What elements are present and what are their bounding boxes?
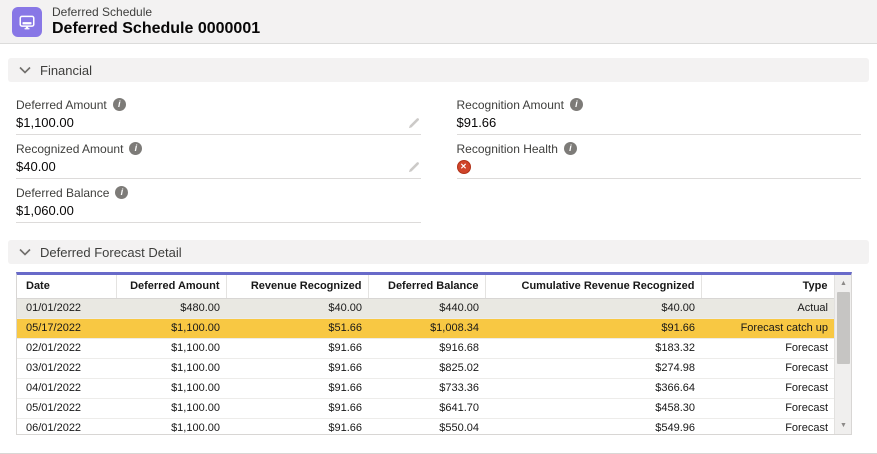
- financial-fields: Deferred Amount i $1,100.00 Recognized A…: [0, 82, 877, 223]
- forecast-table: Date Deferred Amount Revenue Recognized …: [17, 275, 835, 435]
- vertical-scrollbar[interactable]: ▲ ▼: [834, 275, 851, 434]
- financial-right-column: Recognition Amount i $91.66 Recognition …: [457, 91, 862, 223]
- field-label: Recognition Health: [457, 142, 558, 156]
- cell-deferred-balance: $916.68: [368, 338, 485, 358]
- financial-left-column: Deferred Amount i $1,100.00 Recognized A…: [16, 91, 421, 223]
- col-header-type: Type: [701, 275, 834, 298]
- field-value: $91.66: [457, 115, 497, 130]
- cell-cumulative: $549.96: [485, 418, 701, 435]
- cell-type: Actual: [701, 298, 834, 318]
- cell-type: Forecast: [701, 398, 834, 418]
- section-title-deferred-forecast-detail: Deferred Forecast Detail: [40, 245, 182, 260]
- chevron-down-icon: [19, 248, 31, 256]
- info-icon[interactable]: i: [564, 142, 577, 155]
- cell-date: 04/01/2022: [17, 378, 116, 398]
- scrollbar-thumb[interactable]: [837, 292, 850, 364]
- cell-cumulative: $183.32: [485, 338, 701, 358]
- cell-cumulative: $366.64: [485, 378, 701, 398]
- cell-date: 05/17/2022: [17, 318, 116, 338]
- cell-cumulative: $274.98: [485, 358, 701, 378]
- cell-type: Forecast: [701, 338, 834, 358]
- info-icon[interactable]: i: [115, 186, 128, 199]
- table-row: 01/01/2022 $480.00 $40.00 $440.00 $40.00…: [17, 298, 834, 318]
- col-header-revenue-recognized: Revenue Recognized: [226, 275, 368, 298]
- cell-deferred-balance: $641.70: [368, 398, 485, 418]
- table-row: 06/01/2022 $1,100.00 $91.66 $550.04 $549…: [17, 418, 834, 435]
- cell-date: 03/01/2022: [17, 358, 116, 378]
- col-header-date: Date: [17, 275, 116, 298]
- edit-pencil-icon[interactable]: [407, 116, 421, 130]
- field-value: $1,060.00: [16, 203, 74, 218]
- cell-deferred-amount: $1,100.00: [116, 318, 226, 338]
- scroll-down-arrow-icon[interactable]: ▼: [835, 418, 852, 433]
- cell-deferred-balance: $550.04: [368, 418, 485, 435]
- field-label: Recognized Amount: [16, 142, 123, 156]
- info-icon[interactable]: i: [129, 142, 142, 155]
- field-label: Deferred Balance: [16, 186, 109, 200]
- cell-date: 02/01/2022: [17, 338, 116, 358]
- cell-revenue-recognized: $40.00: [226, 298, 368, 318]
- cell-deferred-amount: $1,100.00: [116, 338, 226, 358]
- record-header: Deferred Schedule Deferred Schedule 0000…: [0, 0, 877, 44]
- info-icon[interactable]: i: [570, 98, 583, 111]
- section-header-financial[interactable]: Financial: [8, 58, 869, 82]
- forecast-table-container: Date Deferred Amount Revenue Recognized …: [16, 272, 852, 435]
- cell-revenue-recognized: $91.66: [226, 378, 368, 398]
- field-recognition-health: Recognition Health i ✕: [457, 140, 862, 179]
- field-label: Recognition Amount: [457, 98, 564, 112]
- cell-revenue-recognized: $51.66: [226, 318, 368, 338]
- scroll-up-arrow-icon[interactable]: ▲: [835, 276, 852, 291]
- cell-deferred-balance: $440.00: [368, 298, 485, 318]
- cell-revenue-recognized: $91.66: [226, 398, 368, 418]
- col-header-cumulative-revenue-recognized: Cumulative Revenue Recognized: [485, 275, 701, 298]
- col-header-deferred-balance: Deferred Balance: [368, 275, 485, 298]
- cell-deferred-amount: $1,100.00: [116, 358, 226, 378]
- field-value: $40.00: [16, 159, 56, 174]
- cell-deferred-balance: $1,008.34: [368, 318, 485, 338]
- field-recognition-amount: Recognition Amount i $91.66: [457, 96, 862, 135]
- object-label: Deferred Schedule: [52, 5, 260, 19]
- table-row: 02/01/2022 $1,100.00 $91.66 $916.68 $183…: [17, 338, 834, 358]
- col-header-deferred-amount: Deferred Amount: [116, 275, 226, 298]
- cell-type: Forecast: [701, 378, 834, 398]
- error-x-icon: ✕: [457, 160, 471, 174]
- cell-date: 05/01/2022: [17, 398, 116, 418]
- table-row: 04/01/2022 $1,100.00 $91.66 $733.36 $366…: [17, 378, 834, 398]
- table-row-highlighted: 05/17/2022 $1,100.00 $51.66 $1,008.34 $9…: [17, 318, 834, 338]
- field-recognized-amount: Recognized Amount i $40.00: [16, 140, 421, 179]
- cell-date: 01/01/2022: [17, 298, 116, 318]
- info-icon[interactable]: i: [113, 98, 126, 111]
- cell-cumulative: $458.30: [485, 398, 701, 418]
- chevron-down-icon: [19, 66, 31, 74]
- cell-deferred-balance: $825.02: [368, 358, 485, 378]
- cell-revenue-recognized: $91.66: [226, 418, 368, 435]
- cell-cumulative: $91.66: [485, 318, 701, 338]
- cell-revenue-recognized: $91.66: [226, 358, 368, 378]
- desktop-icon: [12, 7, 42, 37]
- record-title: Deferred Schedule 0000001: [52, 19, 260, 38]
- table-row: 03/01/2022 $1,100.00 $91.66 $825.02 $274…: [17, 358, 834, 378]
- cell-deferred-balance: $733.36: [368, 378, 485, 398]
- field-deferred-balance: Deferred Balance i $1,060.00: [16, 184, 421, 223]
- section-title-financial: Financial: [40, 63, 92, 78]
- cell-deferred-amount: $1,100.00: [116, 418, 226, 435]
- cell-deferred-amount: $480.00: [116, 298, 226, 318]
- field-value: $1,100.00: [16, 115, 74, 130]
- section-header-deferred-forecast-detail[interactable]: Deferred Forecast Detail: [8, 240, 869, 264]
- cell-date: 06/01/2022: [17, 418, 116, 435]
- field-label: Deferred Amount: [16, 98, 107, 112]
- table-header-row: Date Deferred Amount Revenue Recognized …: [17, 275, 834, 298]
- table-row: 05/01/2022 $1,100.00 $91.66 $641.70 $458…: [17, 398, 834, 418]
- field-deferred-amount: Deferred Amount i $1,100.00: [16, 96, 421, 135]
- cell-deferred-amount: $1,100.00: [116, 378, 226, 398]
- cell-revenue-recognized: $91.66: [226, 338, 368, 358]
- cell-type: Forecast: [701, 418, 834, 435]
- cell-cumulative: $40.00: [485, 298, 701, 318]
- cell-type: Forecast catch up: [701, 318, 834, 338]
- cell-type: Forecast: [701, 358, 834, 378]
- cell-deferred-amount: $1,100.00: [116, 398, 226, 418]
- edit-pencil-icon[interactable]: [407, 160, 421, 174]
